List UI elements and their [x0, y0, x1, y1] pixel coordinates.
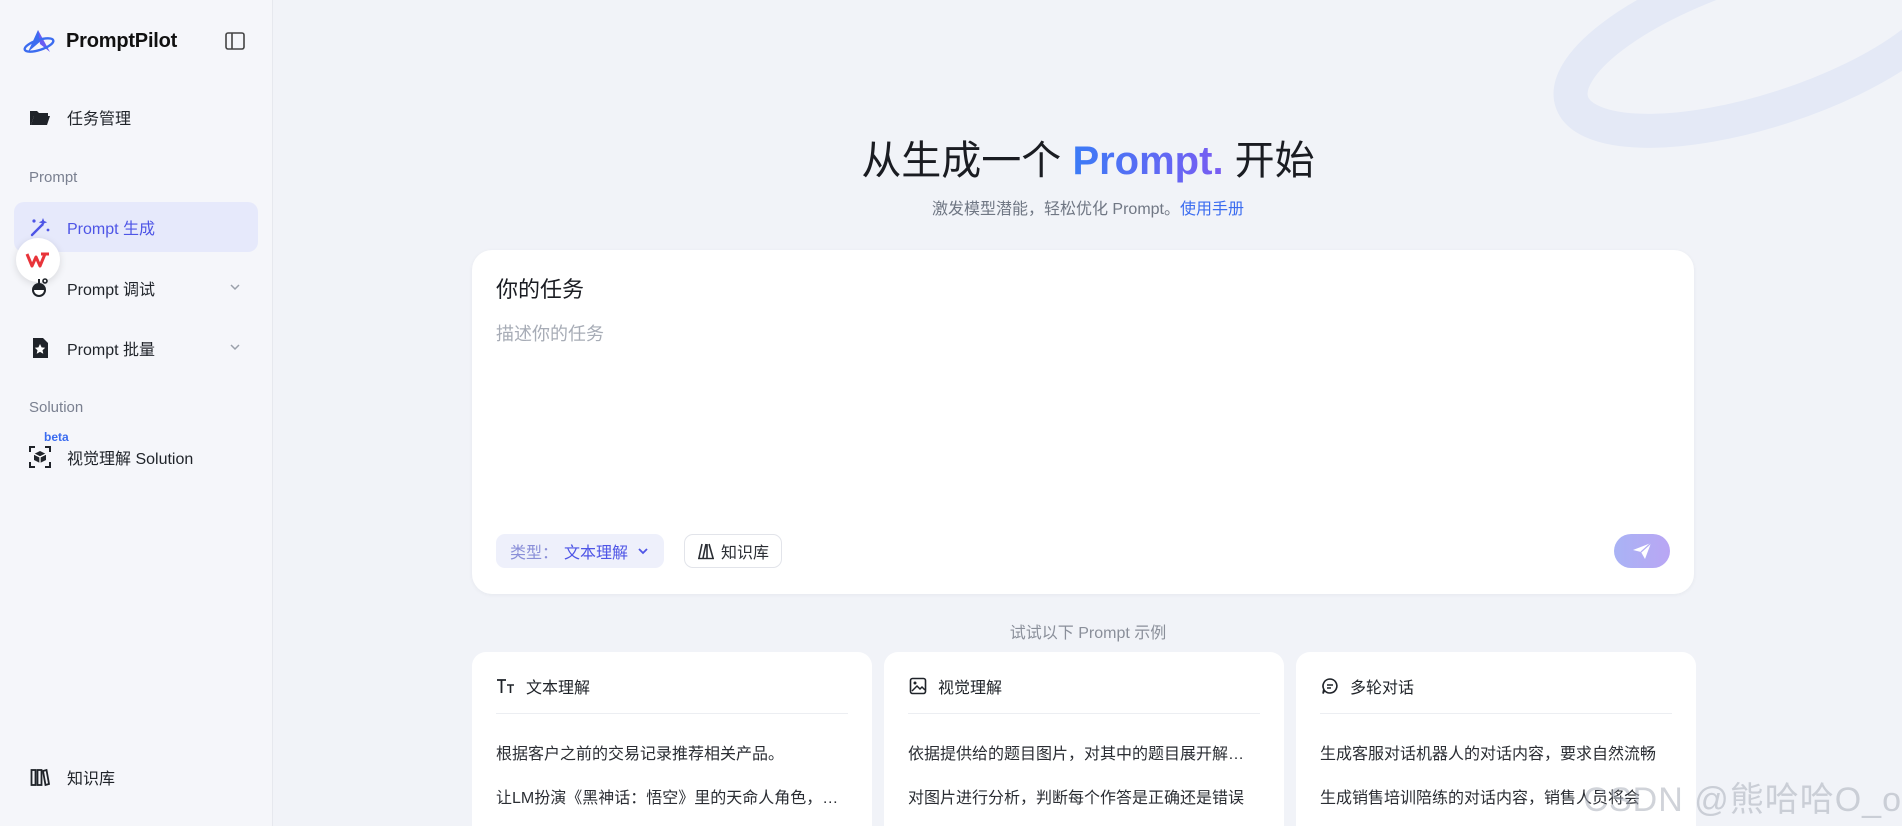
sidebar-item-task-management[interactable]: 任务管理: [14, 92, 258, 142]
sidebar-item-label: 任务管理: [67, 111, 132, 128]
subtitle-text: 激发模型潜能，轻松优化 Prompt。: [931, 201, 1180, 218]
sidebar-item-label: 知识库: [67, 771, 116, 788]
sidebar-item-label: Prompt 生成: [67, 221, 156, 238]
example-card-text[interactable]: 文本理解 根据客户之前的交易记录推荐相关产品。 让LM扮演《黑神话：悟空》里的天…: [472, 652, 872, 826]
image-icon: [908, 676, 928, 696]
folder-open-icon: [28, 105, 52, 129]
main-content: 从生成一个 Prompt. 开始 激发模型潜能，轻松优化 Prompt。使用手册…: [274, 0, 1902, 826]
document-star-icon: [28, 336, 52, 360]
task-card: 你的任务 类型： 文本理解 知识库: [472, 250, 1694, 594]
promptpilot-logo-icon: [23, 30, 55, 53]
type-select-label: 类型：: [510, 545, 559, 562]
sidebar-item-prompt-debug[interactable]: Prompt 调试: [14, 263, 258, 313]
send-icon: [1633, 542, 1652, 559]
sidebar-item-label: Prompt 批量: [67, 342, 156, 359]
page-subtitle: 激发模型潜能，轻松优化 Prompt。使用手册: [274, 195, 1902, 219]
sidebar-toggle-button[interactable]: [222, 28, 248, 54]
books-icon: [698, 543, 714, 560]
divider: [1320, 713, 1672, 714]
divider: [908, 713, 1260, 714]
divider: [496, 713, 848, 714]
knowledge-base-button[interactable]: 知识库: [684, 534, 783, 568]
example-card-title: 视觉理解: [938, 680, 1003, 697]
example-card-vision[interactable]: 视觉理解 依据提供给的题目图片，对其中的题目展开解答分析 对图片进行分析，判断每…: [884, 652, 1284, 826]
flask-icon: [28, 276, 52, 300]
sidebar-panel-icon: [225, 32, 245, 50]
magic-wand-icon: [28, 215, 52, 239]
chat-bubble-icon: [1320, 676, 1340, 696]
page-title: 从生成一个 Prompt. 开始: [274, 128, 1902, 186]
type-select[interactable]: 类型： 文本理解: [496, 534, 665, 568]
task-title: 你的任务: [496, 277, 585, 302]
sidebar-item-vision-solution[interactable]: 视觉理解 Solution: [14, 432, 258, 482]
example-prompt[interactable]: 依据提供给的题目图片，对其中的题目展开解答分析: [908, 740, 1260, 764]
example-prompt[interactable]: 对图片进行分析，判断每个作答是正确还是错误: [908, 784, 1260, 808]
chevron-down-icon: [638, 548, 648, 555]
title-suffix: 开始: [1223, 139, 1315, 183]
text-format-icon: [496, 676, 516, 696]
sidebar-item-prompt-batch[interactable]: Prompt 批量: [14, 323, 258, 373]
example-prompt[interactable]: 让LM扮演《黑神话：悟空》里的天命人角色，与用户对话: [496, 784, 848, 808]
user-manual-link[interactable]: 使用手册: [1180, 201, 1244, 218]
app-name: PromptPilot: [66, 29, 178, 52]
example-card-title: 文本理解: [526, 680, 591, 697]
title-highlight: Prompt.: [1072, 139, 1224, 183]
books-icon: [28, 765, 52, 789]
example-prompt[interactable]: 根据客户之前的交易记录推荐相关产品。: [496, 740, 848, 764]
chevron-down-icon: [230, 344, 240, 351]
section-label-solution: Solution: [29, 399, 84, 416]
knowledge-base-label: 知识库: [721, 545, 770, 562]
scan-cube-icon: [28, 445, 52, 469]
logo[interactable]: PromptPilot: [22, 26, 252, 56]
task-description-input[interactable]: [496, 320, 1666, 510]
csdn-watermark: CSDN @熊哈哈O_o: [1583, 781, 1902, 819]
example-card-title: 多轮对话: [1350, 680, 1415, 697]
section-label-prompt: Prompt: [29, 169, 78, 186]
examples-label: 试试以下 Prompt 示例: [1009, 625, 1167, 642]
example-prompt[interactable]: 生成客服对话机器人的对话内容，要求自然流畅: [1320, 740, 1672, 764]
sidebar: PromptPilot 任务管理 Prompt Prompt 生成 Prompt: [0, 0, 273, 826]
sidebar-item-label: 视觉理解 Solution: [67, 451, 194, 468]
chevron-down-icon: [230, 284, 240, 291]
send-button[interactable]: [1614, 534, 1670, 568]
type-select-value: 文本理解: [564, 545, 629, 562]
sidebar-item-label: Prompt 调试: [67, 282, 156, 299]
sidebar-item-knowledge-base[interactable]: 知识库: [14, 752, 258, 802]
title-prefix: 从生成一个: [861, 139, 1073, 183]
